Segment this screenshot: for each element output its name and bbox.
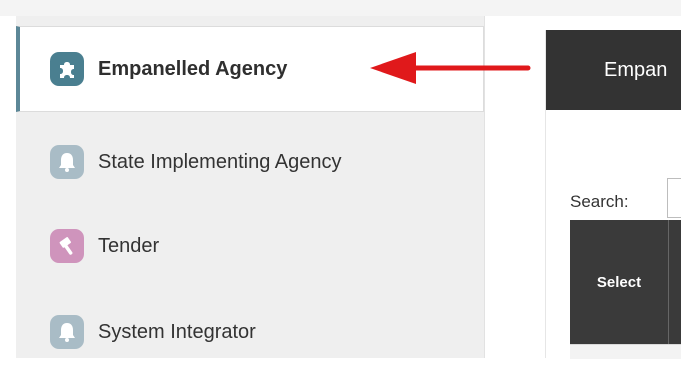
column-header-next[interactable] [669,220,681,344]
sidebar-item-label: System Integrator [98,320,256,343]
content-panel: Empan Search: Select [545,30,681,359]
sidebar-item-tender[interactable]: Tender [16,203,484,289]
search-input[interactable] [667,178,681,218]
puzzle-icon [50,52,84,86]
sidebar-item-label: Empanelled Agency [98,57,288,80]
sidebar-item-label: Tender [98,234,160,257]
hammer-icon [50,229,84,263]
top-bar [0,0,681,16]
search-label: Search: [570,192,629,211]
bell-icon [50,145,84,179]
column-header-select[interactable]: Select [570,220,669,344]
sidebar-item-state-implementing-agency[interactable]: State Implementing Agency [16,119,484,205]
bell-icon [50,315,84,349]
panel-title: Empan [546,30,681,110]
table-header-row: Select [570,220,681,344]
sidebar-item-system-integrator[interactable]: System Integrator [16,289,484,375]
table-row [570,344,681,359]
arrow-annotation [370,52,531,84]
sidebar-item-label: State Implementing Agency [98,150,342,173]
